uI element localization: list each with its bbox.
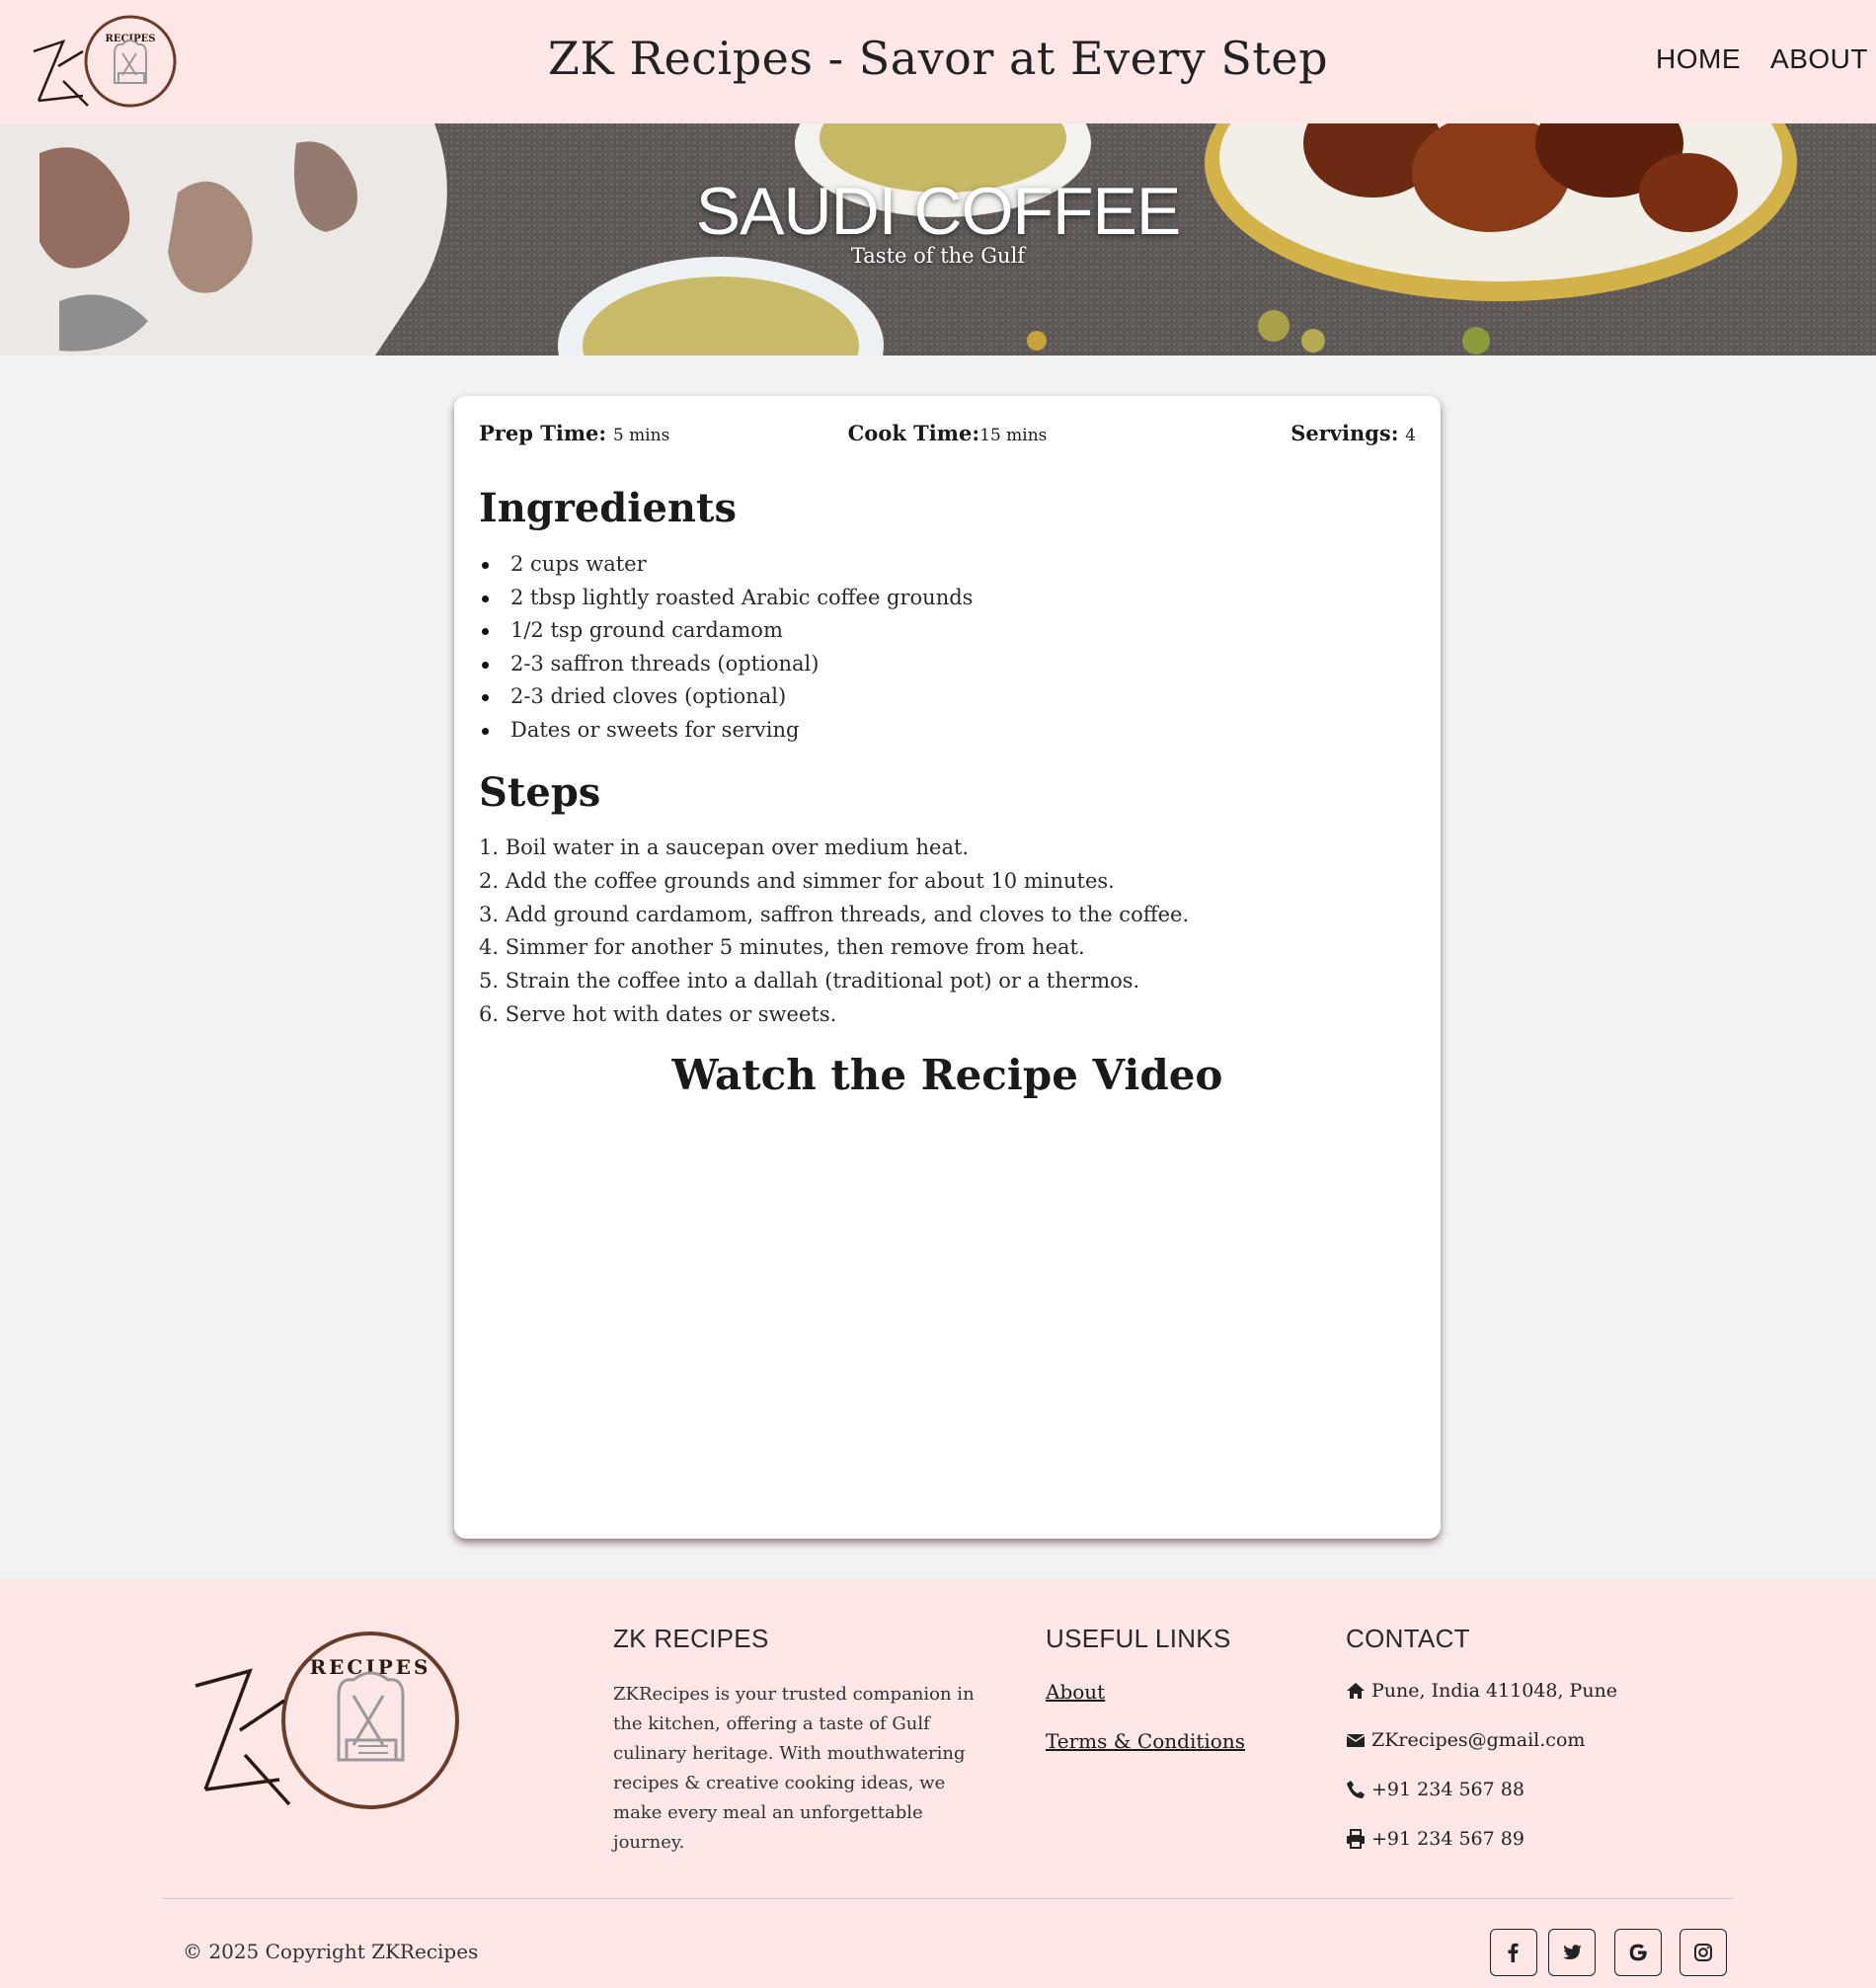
footer-links-title: USEFUL LINKS	[1046, 1624, 1231, 1653]
hero-banner: SAUDI COFFEE Taste of the Gulf	[0, 123, 1876, 356]
contact-phone: +91 234 567 88	[1346, 1779, 1524, 1800]
recipe-meta: Prep Time: 5 mins Cook Time:15 mins Serv…	[479, 421, 1416, 454]
instagram-button[interactable]	[1680, 1929, 1727, 1976]
recipe-title: SAUDI COFFEE	[695, 174, 1182, 249]
steps-heading: Steps	[479, 769, 601, 816]
phone-icon	[1347, 1781, 1365, 1798]
recipe-subtitle: Taste of the Gulf	[850, 244, 1026, 268]
servings-value: 4	[1405, 426, 1416, 445]
contact-address-text: Pune, India 411048, Pune	[1371, 1680, 1618, 1702]
servings: Servings: 4	[1290, 421, 1416, 445]
svg-text:RECIPES: RECIPES	[310, 1655, 431, 1679]
print-icon	[1347, 1829, 1365, 1849]
video-heading: Watch the Recipe Video	[671, 1051, 1223, 1099]
step-item: 4. Simmer for another 5 minutes, then re…	[479, 935, 1085, 960]
google-icon	[1629, 1944, 1647, 1961]
facebook-icon	[1508, 1943, 1519, 1962]
copyright-text: © 2025 Copyright ZKRecipes	[183, 1940, 479, 1963]
ingredient-item: 2 tbsp lightly roasted Arabic coffee gro…	[479, 582, 973, 615]
step-item: 5. Strain the coffee into a dallah (trad…	[479, 969, 1140, 994]
ingredients-list: 2 cups water 2 tbsp lightly roasted Arab…	[479, 548, 973, 748]
ingredient-item: 1/2 tsp ground cardamom	[479, 614, 973, 648]
nav-home-link[interactable]: HOME	[1656, 43, 1741, 75]
contact-address: Pune, India 411048, Pune	[1346, 1680, 1617, 1702]
footer-link-terms[interactable]: Terms & Conditions	[1046, 1729, 1245, 1753]
step-item: 2. Add the coffee grounds and simmer for…	[479, 868, 1115, 893]
zk-recipes-footer-logo[interactable]: RECIPES	[181, 1627, 462, 1814]
main-nav: HOME ABOUT	[1656, 43, 1868, 75]
instagram-icon	[1694, 1944, 1712, 1961]
footer-about-text: ZKRecipes is your trusted companion in t…	[613, 1684, 975, 1853]
facebook-button[interactable]	[1490, 1929, 1537, 1976]
footer-divider	[163, 1898, 1733, 1899]
recipe-video-embed[interactable]	[553, 1117, 1342, 1512]
cook-time-value: 15 mins	[979, 426, 1048, 445]
twitter-icon	[1563, 1945, 1582, 1959]
site-title: ZK Recipes - Savor at Every Step	[547, 32, 1329, 85]
footer-contact-title: CONTACT	[1346, 1624, 1470, 1653]
step-item: 6. Serve hot with dates or sweets.	[479, 1001, 837, 1026]
contact-phone-text: +91 234 567 88	[1371, 1779, 1524, 1800]
recipe-card: Prep Time: 5 mins Cook Time:15 mins Serv…	[454, 396, 1441, 1539]
contact-fax-text: +91 234 567 89	[1371, 1828, 1524, 1850]
steps-list: 1. Boil water in a saucepan over medium …	[479, 832, 1189, 1032]
footer-link-about[interactable]: About	[1046, 1680, 1105, 1704]
cook-time: Cook Time:15 mins	[479, 421, 1416, 445]
step-item: 1. Boil water in a saucepan over medium …	[479, 835, 970, 859]
contact-fax: +91 234 567 89	[1346, 1828, 1524, 1850]
google-button[interactable]	[1614, 1929, 1662, 1976]
ingredient-item: 2-3 saffron threads (optional)	[479, 648, 973, 681]
cook-time-label: Cook Time:	[847, 421, 980, 445]
site-header: RECIPES ZK Recipes - Savor at Every Step…	[0, 0, 1876, 123]
twitter-button[interactable]	[1548, 1929, 1596, 1976]
ingredient-item: 2 cups water	[479, 548, 973, 582]
site-footer: RECIPES ZK RECIPES ZKRecipes is your tru…	[0, 1579, 1876, 1988]
ingredient-item: 2-3 dried cloves (optional)	[479, 680, 973, 714]
home-icon	[1347, 1683, 1365, 1699]
contact-email-text[interactable]: ZKrecipes@gmail.com	[1371, 1729, 1585, 1751]
nav-about-link[interactable]: ABOUT	[1770, 43, 1868, 75]
contact-email: ZKrecipes@gmail.com	[1346, 1729, 1585, 1751]
step-item: 3. Add ground cardamom, saffron threads,…	[479, 902, 1190, 926]
ingredient-item: Dates or sweets for serving	[479, 714, 973, 748]
servings-label: Servings:	[1290, 421, 1399, 445]
ingredients-heading: Ingredients	[479, 485, 737, 531]
footer-about-title: ZK RECIPES	[613, 1624, 769, 1653]
envelope-icon	[1346, 1734, 1366, 1747]
